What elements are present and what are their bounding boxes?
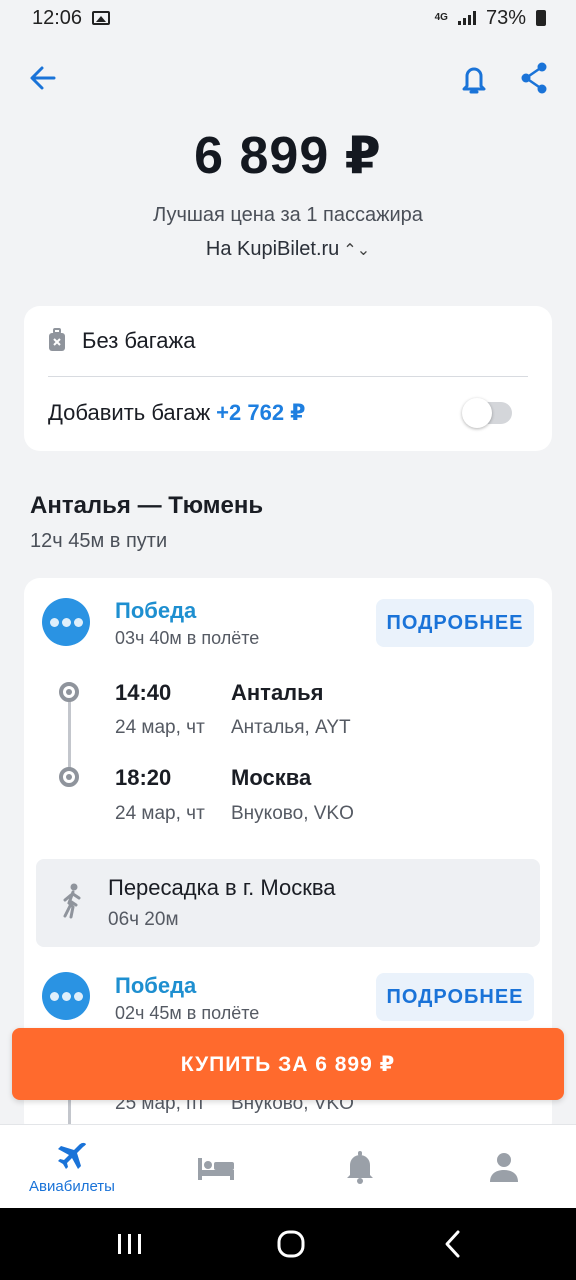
airline-name: Победа — [115, 973, 197, 998]
recent-apps-icon[interactable] — [105, 1226, 155, 1262]
details-button[interactable]: ПОДРОБНЕЕ — [376, 599, 534, 647]
departure-city: Анталья — [231, 680, 324, 705]
transfer-duration: 06ч 20м — [108, 909, 179, 930]
battery-percent: 73% — [485, 6, 526, 29]
hotel-bed-icon — [198, 1158, 234, 1180]
departure-dot-icon — [59, 682, 79, 702]
departure-airport: Анталья, AYT — [231, 717, 351, 738]
baggage-price: +2 762 ₽ — [216, 400, 306, 425]
vendor-label: На KupiBilet.ru — [205, 238, 340, 260]
status-right: 4G 73% — [435, 7, 546, 30]
profile-icon — [490, 1153, 518, 1182]
tab-hotels[interactable] — [186, 1125, 246, 1209]
departure-date: 24 мар, чт — [115, 717, 205, 738]
back-icon[interactable] — [427, 1226, 477, 1262]
system-nav-bar — [0, 1208, 576, 1280]
bell-icon[interactable] — [458, 58, 490, 98]
route-title: Анталья — Тюмень — [30, 492, 264, 519]
status-time: 12:06 — [32, 6, 83, 29]
transfer-block: Пересадка в г. Москва 06ч 20м — [36, 859, 540, 947]
vendor-selector[interactable]: На KupiBilet.ru ⌃⌄ — [0, 238, 576, 261]
arrival-airport: Внуково, VKO — [231, 803, 354, 824]
flight-duration: 02ч 45м в полёте — [115, 1003, 260, 1023]
tab-profile[interactable] — [474, 1125, 534, 1209]
timeline-line — [68, 692, 71, 778]
details-button[interactable]: ПОДРОБНЕЕ — [376, 973, 534, 1021]
image-notification-icon — [92, 11, 111, 25]
route-duration: 12ч 45м в пути — [30, 530, 168, 552]
arrival-dot-icon — [59, 767, 79, 787]
share-icon[interactable] — [518, 58, 550, 98]
transfer-title: Пересадка в г. Москва — [108, 875, 336, 900]
sort-chevron-icon: ⌃⌄ — [343, 242, 371, 259]
home-icon[interactable] — [266, 1226, 316, 1262]
back-arrow-icon[interactable] — [28, 58, 58, 98]
status-left: 12:06 — [32, 6, 111, 30]
airline-name: Победа — [115, 598, 197, 623]
no-baggage-icon — [49, 328, 65, 351]
no-baggage-row: Без багажа — [48, 326, 195, 356]
arrival-time: 18:20 — [115, 765, 172, 790]
bell-icon — [347, 1151, 373, 1184]
signal-icon — [457, 11, 476, 25]
flight-duration: 03ч 40м в полёте — [115, 628, 260, 648]
bottom-nav: Авиабилеты — [0, 1124, 576, 1208]
divider — [48, 376, 528, 377]
airline-logo-icon — [42, 972, 90, 1020]
top-actions — [0, 58, 576, 98]
add-baggage-label: Добавить багаж — [48, 400, 211, 425]
baggage-card: Без багажа Добавить багаж +2 762 ₽ — [24, 306, 552, 451]
ticket-price: 6 899 ₽ — [194, 127, 382, 185]
arrival-date: 24 мар, чт — [115, 803, 205, 824]
network-type-icon: 4G — [434, 12, 448, 23]
arrival-city: Москва — [231, 765, 312, 790]
toggle-knob — [462, 398, 492, 428]
no-baggage-label: Без багажа — [82, 328, 196, 353]
tab-notifications[interactable] — [330, 1125, 390, 1209]
airline-logo-icon — [42, 598, 90, 646]
battery-icon — [536, 10, 546, 26]
airplane-icon — [58, 1142, 86, 1169]
tab-flights[interactable]: Авиабилеты — [22, 1125, 122, 1209]
departure-time: 14:40 — [115, 680, 172, 705]
walking-person-icon — [63, 883, 81, 919]
add-baggage-row: Добавить багаж +2 762 ₽ — [48, 400, 306, 426]
buy-button[interactable]: КУПИТЬ ЗА 6 899 ₽ — [12, 1028, 564, 1100]
status-bar: 12:06 4G 73% — [0, 0, 576, 36]
baggage-toggle[interactable] — [462, 398, 512, 428]
tab-flights-label: Авиабилеты — [29, 1177, 115, 1195]
price-caption: Лучшая цена за 1 пассажира — [153, 204, 423, 226]
